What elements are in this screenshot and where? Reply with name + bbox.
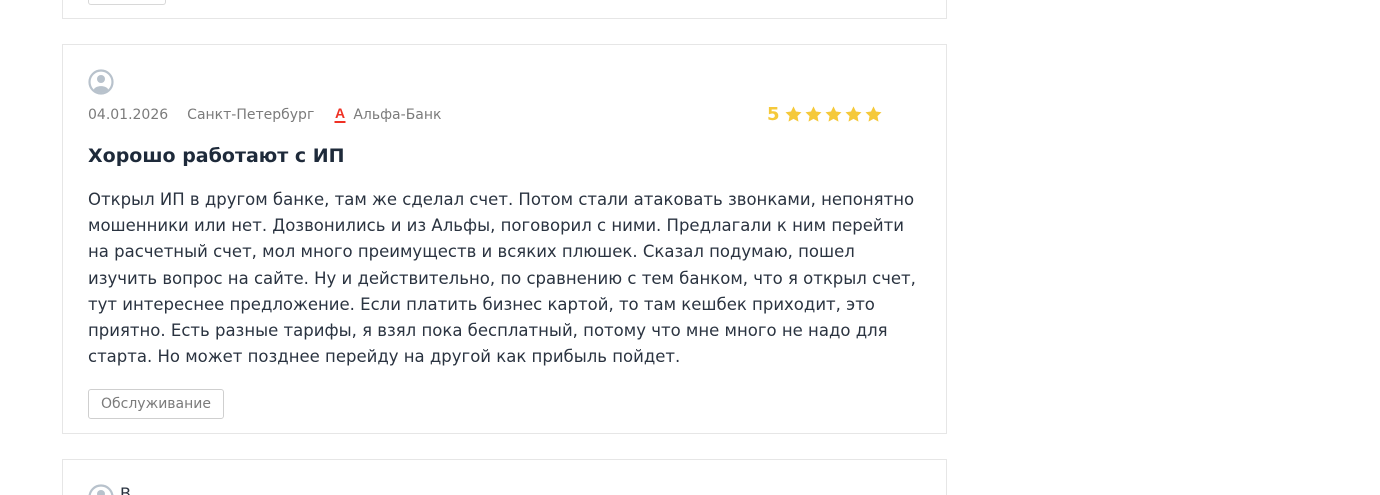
user-avatar-icon [88,484,114,495]
star-icon [845,105,862,122]
review-date: 04.01.2026 [88,107,169,123]
next-review-card: В [62,459,947,495]
rating-stars [784,105,884,124]
bank-logo-letter: А [335,106,345,121]
review-meta: 04.01.2026 Санкт-Петербург А Альфа-Банк [88,104,441,126]
bank-name: Альфа-Банк [353,107,442,123]
bank-link[interactable]: А Альфа-Банк [334,105,442,124]
previous-review-card [62,0,947,19]
reviews-page: 04.01.2026 Санкт-Петербург А Альфа-Банк … [0,0,1380,495]
review-card: 04.01.2026 Санкт-Петербург А Альфа-Банк … [62,44,947,434]
review-text: Открыл ИП в другом банке, там же сделал … [88,190,916,367]
previous-review-tag[interactable] [88,0,166,5]
review-tag-button[interactable]: Обслуживание [88,389,224,419]
star-icon [805,105,822,122]
user-avatar-icon [88,69,114,95]
review-city: Санкт-Петербург [187,107,315,123]
review-title: Хорошо работают с ИП [88,145,345,167]
next-review-author: В [120,484,131,495]
review-rating: 5 [767,102,884,126]
star-icon [825,105,842,122]
rating-score: 5 [767,103,780,125]
star-icon [785,105,802,122]
star-icon [865,105,882,122]
alfa-bank-logo-icon: А [334,105,346,124]
